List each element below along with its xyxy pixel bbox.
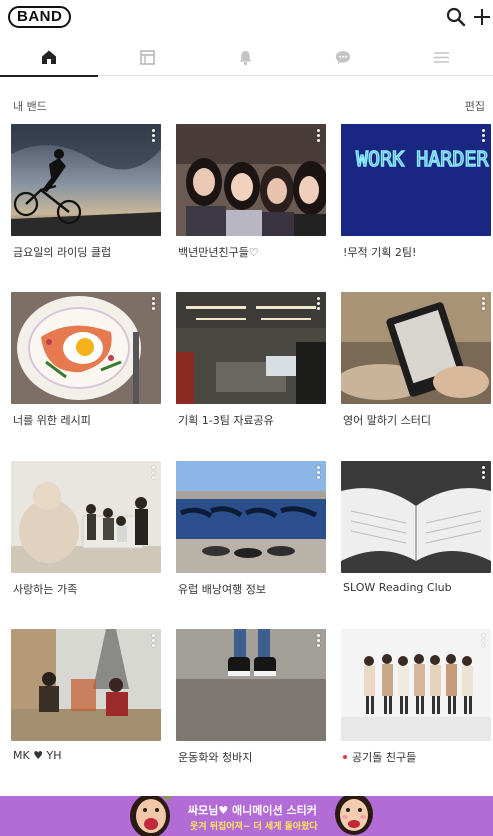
- band-grid: 금요일의 라이딩 클럽 백년만년친구들♡ WORK HARDER WORK HA…: [0, 0, 493, 836]
- band-card[interactable]: 운동화와 청바지: [176, 629, 326, 764]
- svg-text:WORK HARDER: WORK HARDER: [356, 147, 489, 171]
- more-options-icon[interactable]: [317, 466, 321, 480]
- more-options-icon[interactable]: [482, 466, 486, 480]
- band-card[interactable]: SLOW Reading Club: [341, 461, 491, 594]
- band-name: 기획 1-3팀 자료공유: [178, 412, 274, 428]
- band-name-text: 사랑하는 가족: [13, 583, 78, 596]
- sticker-ad-banner[interactable]: 까 하 싸모님♥ 애니메이션 스티커 웃겨 뒤집어져~ 더 세게 돌아왔다: [0, 796, 493, 836]
- new-indicator: [343, 755, 347, 759]
- band-card[interactable]: 기획 1-3팀 자료공유: [176, 292, 326, 427]
- band-name: 금요일의 라이딩 클럽: [13, 244, 111, 260]
- sticker-character-left: 까 하: [130, 796, 172, 836]
- band-card[interactable]: 너를 위한 레시피: [11, 292, 161, 427]
- band-name: 유럽 배낭여행 정보: [178, 581, 266, 597]
- band-name-text: MK ♥ YH: [13, 749, 62, 762]
- more-options-icon[interactable]: [317, 129, 321, 143]
- more-options-icon[interactable]: [152, 297, 156, 311]
- more-options-icon[interactable]: [152, 466, 156, 480]
- band-name-text: 공기돌 친구들: [352, 751, 417, 764]
- band-name: 너를 위한 레시피: [13, 412, 91, 428]
- band-cover-image: [11, 461, 161, 573]
- more-options-icon[interactable]: [482, 297, 486, 311]
- band-name: 백년만년친구들♡: [178, 244, 259, 260]
- band-cover-image: [341, 629, 491, 741]
- band-card[interactable]: 공기돌 친구들: [341, 629, 491, 764]
- band-name-text: 유럽 배낭여행 정보: [178, 583, 266, 596]
- band-cover-image: [176, 461, 326, 573]
- band-name-text: 백년만년친구들♡: [178, 246, 259, 259]
- band-card[interactable]: 사랑하는 가족: [11, 461, 161, 596]
- band-name-text: SLOW Reading Club: [343, 581, 452, 594]
- banner-subtitle: 웃겨 뒤집어져~ 더 세게 돌아왔다: [190, 822, 318, 832]
- svg-text:하: 하: [164, 796, 172, 802]
- band-card[interactable]: 금요일의 라이딩 클럽: [11, 124, 161, 259]
- band-cover-image: [176, 629, 326, 741]
- band-name: 운동화와 청바지: [178, 749, 252, 765]
- band-name-text: 너를 위한 레시피: [13, 414, 91, 427]
- sticker-character-right: [335, 796, 373, 835]
- band-cover-image: [341, 292, 491, 404]
- band-name-text: 영어 말하기 스터디: [343, 414, 431, 427]
- band-card[interactable]: 백년만년친구들♡: [176, 124, 326, 259]
- band-name: 사랑하는 가족: [13, 581, 77, 597]
- band-name: !무적 기획 2팀!: [343, 244, 416, 260]
- band-card[interactable]: WORK HARDER WORK HARDER !무적 기획 2팀!: [341, 124, 491, 259]
- band-cover-image: [11, 629, 161, 741]
- band-cover-image: [11, 292, 161, 404]
- band-name: 영어 말하기 스터디: [343, 412, 431, 428]
- banner-title: 싸모님♥ 애니메이션 스티커: [188, 804, 317, 817]
- band-name-text: 금요일의 라이딩 클럽: [13, 246, 112, 259]
- more-options-icon[interactable]: [152, 634, 156, 648]
- band-card[interactable]: MK ♥ YH: [11, 629, 161, 762]
- more-options-icon[interactable]: [482, 129, 486, 143]
- band-cover-image: [176, 292, 326, 404]
- band-cover-image: [11, 124, 161, 236]
- band-card[interactable]: 영어 말하기 스터디: [341, 292, 491, 427]
- band-name-text: !무적 기획 2팀!: [343, 246, 417, 259]
- band-name-text: 운동화와 청바지: [178, 751, 253, 764]
- band-cover-image: WORK HARDER WORK HARDER: [341, 124, 491, 236]
- more-options-icon[interactable]: [152, 129, 156, 143]
- band-name-text: 기획 1-3팀 자료공유: [178, 414, 274, 427]
- more-options-icon[interactable]: [482, 634, 486, 648]
- band-cover-image: [341, 461, 491, 573]
- more-options-icon[interactable]: [317, 634, 321, 648]
- band-name: SLOW Reading Club: [343, 581, 452, 594]
- band-cover-image: [176, 124, 326, 236]
- more-options-icon[interactable]: [317, 297, 321, 311]
- band-name: 공기돌 친구들: [343, 749, 416, 765]
- band-name: MK ♥ YH: [13, 749, 62, 762]
- band-card[interactable]: 유럽 배낭여행 정보: [176, 461, 326, 596]
